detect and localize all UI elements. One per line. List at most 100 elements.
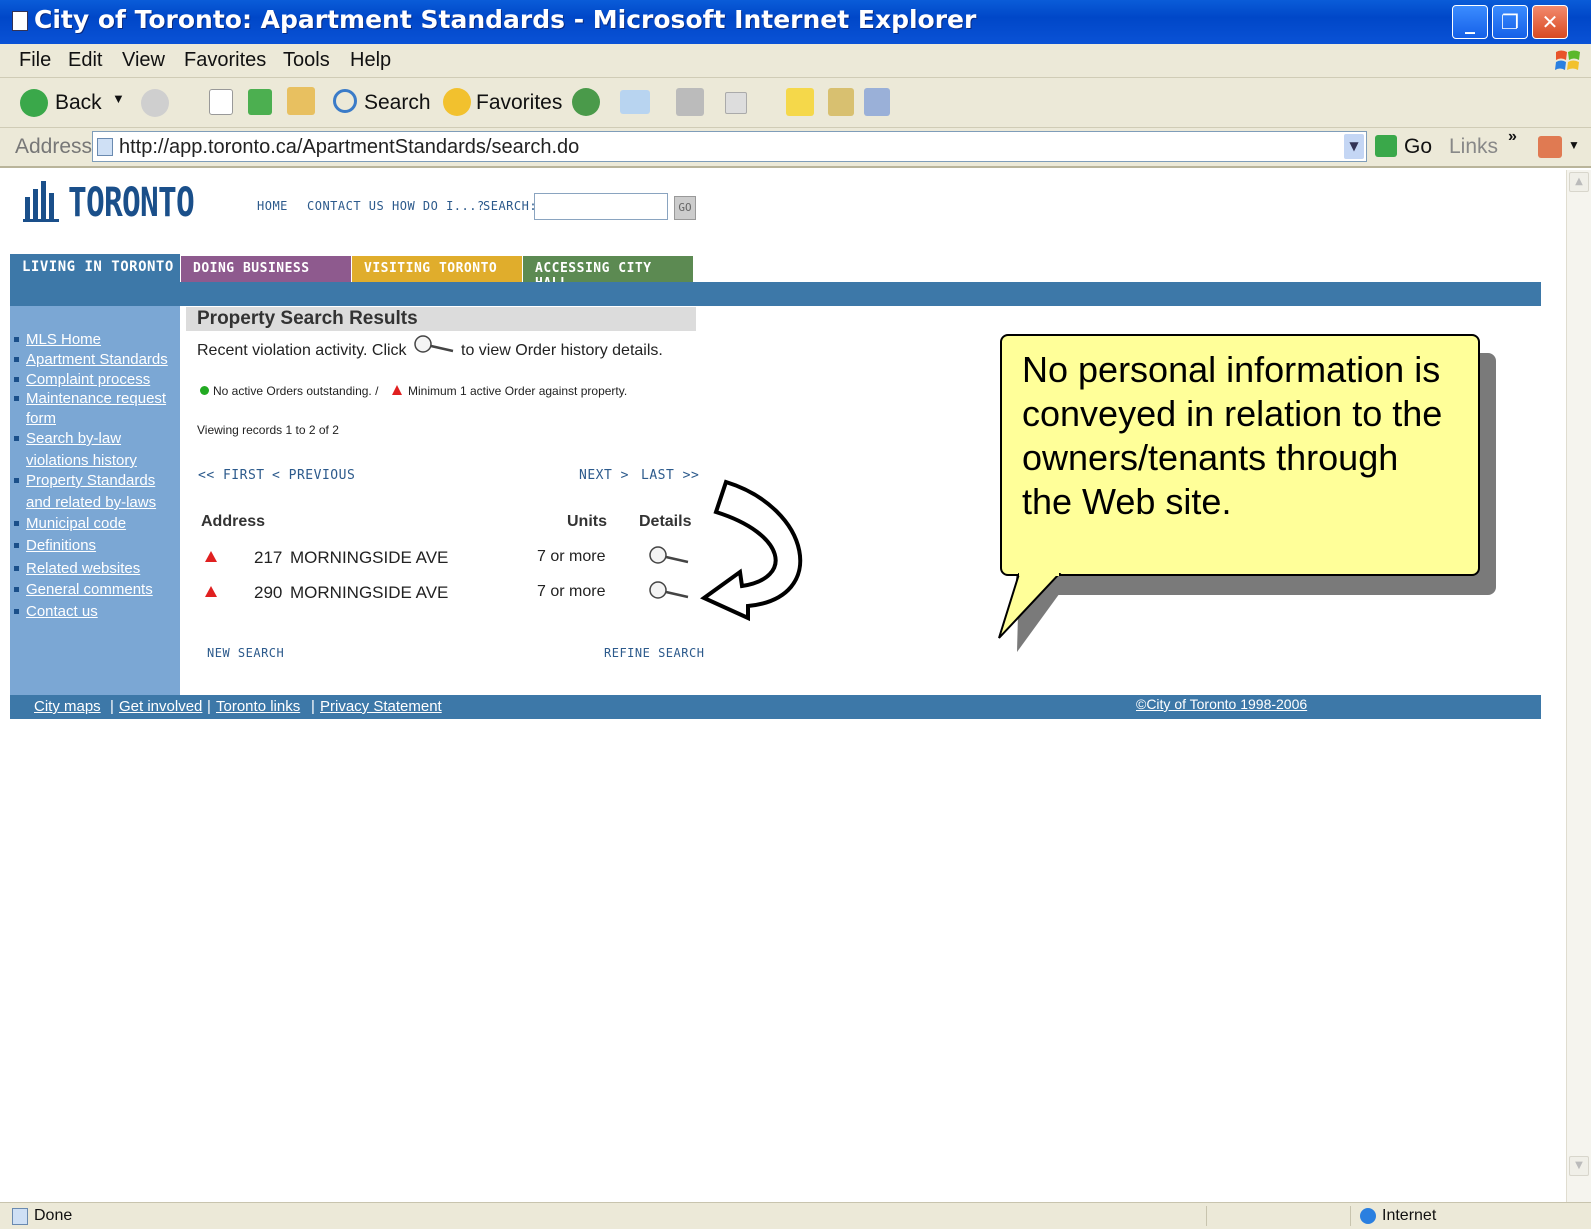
leftnav-violations-history[interactable]: violations history bbox=[26, 452, 137, 469]
address-bar: Address http://app.toronto.ca/ApartmentS… bbox=[0, 128, 1591, 168]
links-button[interactable]: Links bbox=[1449, 135, 1498, 159]
col-units: Units bbox=[567, 513, 607, 530]
leftnav-maintenance-request[interactable]: Maintenance request bbox=[26, 390, 166, 407]
nav-how-do-i[interactable]: HOW DO I...? bbox=[392, 199, 485, 213]
leftnav-mls-home[interactable]: MLS Home bbox=[26, 331, 101, 348]
page-done-icon bbox=[12, 1208, 28, 1225]
viewing-records: Viewing records 1 to 2 of 2 bbox=[197, 423, 339, 437]
status-divider bbox=[1206, 1206, 1207, 1226]
row-number: 217 bbox=[254, 548, 283, 567]
address-dropdown-icon[interactable]: ▼ bbox=[1344, 134, 1364, 159]
tab-visiting-toronto[interactable]: VISITING TORONTO bbox=[352, 256, 522, 282]
menu-help[interactable]: Help bbox=[350, 49, 391, 72]
bullet-icon bbox=[14, 543, 19, 548]
toronto-logo-icon bbox=[23, 181, 59, 222]
back-dropdown-icon[interactable]: ▼ bbox=[112, 91, 125, 106]
toronto-logo[interactable]: TORONTO bbox=[68, 180, 195, 226]
menu-favorites[interactable]: Favorites bbox=[184, 49, 266, 72]
leftnav-related-websites[interactable]: Related websites bbox=[26, 560, 140, 577]
curved-arrow-annotation bbox=[700, 479, 803, 622]
legend-active-order: Minimum 1 active Order against property. bbox=[408, 384, 628, 398]
col-address: Address bbox=[201, 513, 266, 530]
pager-first[interactable]: << FIRST bbox=[198, 468, 265, 483]
results-heading: Property Search Results bbox=[186, 307, 696, 331]
restore-button[interactable]: ❐ bbox=[1492, 5, 1528, 39]
status-text: Done bbox=[34, 1207, 73, 1224]
leftnav-apartment-standards[interactable]: Apartment Standards bbox=[26, 351, 168, 368]
callout-text: No personal information is conveyed in r… bbox=[1022, 349, 1443, 522]
footer-copyright[interactable]: ©City of Toronto 1998-2006 bbox=[1136, 696, 1307, 712]
leftnav-definitions[interactable]: Definitions bbox=[26, 537, 96, 554]
pdf-dropdown-icon[interactable]: ▼ bbox=[1568, 138, 1580, 152]
links-expand-icon[interactable]: » bbox=[1508, 128, 1517, 146]
pager-next[interactable]: NEXT > bbox=[579, 468, 629, 483]
menu-file[interactable]: File bbox=[19, 49, 51, 72]
tab-doing-business[interactable]: DOING BUSINESS bbox=[181, 256, 351, 282]
back-button[interactable]: Back bbox=[55, 91, 102, 115]
forward-arrow-icon[interactable] bbox=[141, 89, 169, 117]
favorites-star-icon[interactable] bbox=[443, 88, 471, 116]
footer-city-maps[interactable]: City maps bbox=[34, 698, 101, 715]
menu-edit[interactable]: Edit bbox=[68, 49, 102, 72]
mail-icon[interactable] bbox=[620, 90, 650, 114]
left-nav: MLS Home Apartment Standards Complaint p… bbox=[10, 306, 180, 695]
nav-home[interactable]: HOME bbox=[257, 199, 288, 213]
red-triangle-icon bbox=[205, 586, 217, 597]
tab-living-in-toronto[interactable]: LIVING IN TORONTO bbox=[10, 254, 180, 282]
footer-privacy-statement[interactable]: Privacy Statement bbox=[320, 698, 442, 715]
messenger-icon[interactable] bbox=[864, 88, 890, 116]
close-button[interactable]: ✕ bbox=[1532, 5, 1568, 39]
row-units: 7 or more bbox=[537, 548, 606, 565]
nav-contact-us[interactable]: CONTACT US bbox=[307, 199, 384, 213]
minimize-button[interactable]: _ bbox=[1452, 5, 1488, 39]
leftnav-related-bylaws[interactable]: and related by-laws bbox=[26, 494, 156, 511]
stop-icon[interactable] bbox=[209, 89, 233, 115]
history-icon[interactable] bbox=[572, 88, 600, 116]
scroll-up-icon[interactable]: ▲ bbox=[1569, 172, 1589, 192]
home-icon[interactable] bbox=[287, 87, 315, 115]
footer-get-involved[interactable]: Get involved bbox=[119, 698, 202, 715]
footer-toronto-links[interactable]: Toronto links bbox=[216, 698, 300, 715]
go-arrow-icon[interactable] bbox=[1375, 135, 1397, 157]
menu-tools[interactable]: Tools bbox=[283, 49, 330, 72]
print-icon[interactable] bbox=[676, 88, 704, 116]
footer-separator: | bbox=[311, 698, 315, 715]
title-bar: City of Toronto: Apartment Standards - M… bbox=[0, 0, 1591, 44]
site-search-go-button[interactable]: GO bbox=[674, 196, 696, 220]
windows-logo-icon bbox=[1555, 50, 1580, 70]
results-intro-text-end: to view Order history details. bbox=[461, 342, 663, 359]
pager-previous[interactable]: < PREVIOUS bbox=[272, 468, 355, 483]
magnifier-details-icon[interactable] bbox=[648, 580, 690, 602]
tab-accessing-city-hall[interactable]: ACCESSING CITY HALL bbox=[523, 256, 693, 291]
favorites-button[interactable]: Favorites bbox=[476, 91, 562, 115]
vertical-scrollbar[interactable]: ▲ ▼ bbox=[1566, 170, 1591, 1202]
scroll-down-icon[interactable]: ▼ bbox=[1569, 1156, 1589, 1176]
leftnav-property-standards[interactable]: Property Standards bbox=[26, 472, 155, 489]
leftnav-contact-us[interactable]: Contact us bbox=[26, 603, 98, 620]
search-button[interactable]: Search bbox=[364, 91, 431, 115]
address-input[interactable]: http://app.toronto.ca/ApartmentStandards… bbox=[92, 131, 1367, 162]
row-street: MORNINGSIDE AVE bbox=[290, 583, 449, 602]
back-arrow-icon[interactable] bbox=[20, 89, 48, 117]
status-divider bbox=[1350, 1206, 1351, 1226]
leftnav-maintenance-request-form[interactable]: form bbox=[26, 410, 56, 427]
site-search-input[interactable] bbox=[534, 193, 668, 220]
refresh-icon[interactable] bbox=[248, 89, 272, 115]
search-icon[interactable] bbox=[333, 89, 357, 113]
menu-bar: File Edit View Favorites Tools Help bbox=[0, 44, 1591, 78]
leftnav-general-comments[interactable]: General comments bbox=[26, 581, 153, 598]
leftnav-search-bylaw[interactable]: Search by-law bbox=[26, 430, 121, 447]
leftnav-municipal-code[interactable]: Municipal code bbox=[26, 515, 126, 532]
discuss-icon[interactable] bbox=[786, 88, 814, 116]
pdf-tool-icon[interactable] bbox=[1538, 136, 1562, 158]
leftnav-complaint-process[interactable]: Complaint process bbox=[26, 371, 150, 388]
edit-word-icon[interactable] bbox=[725, 92, 747, 114]
magnifier-details-icon[interactable] bbox=[648, 545, 690, 567]
bullet-icon bbox=[14, 521, 19, 526]
menu-view[interactable]: View bbox=[122, 49, 165, 72]
refine-search-link[interactable]: REFINE SEARCH bbox=[604, 646, 704, 660]
research-icon[interactable] bbox=[828, 88, 854, 116]
new-search-link[interactable]: NEW SEARCH bbox=[207, 646, 284, 660]
results-intro-text: Recent violation activity. Click bbox=[197, 342, 407, 359]
go-button[interactable]: Go bbox=[1404, 135, 1432, 159]
